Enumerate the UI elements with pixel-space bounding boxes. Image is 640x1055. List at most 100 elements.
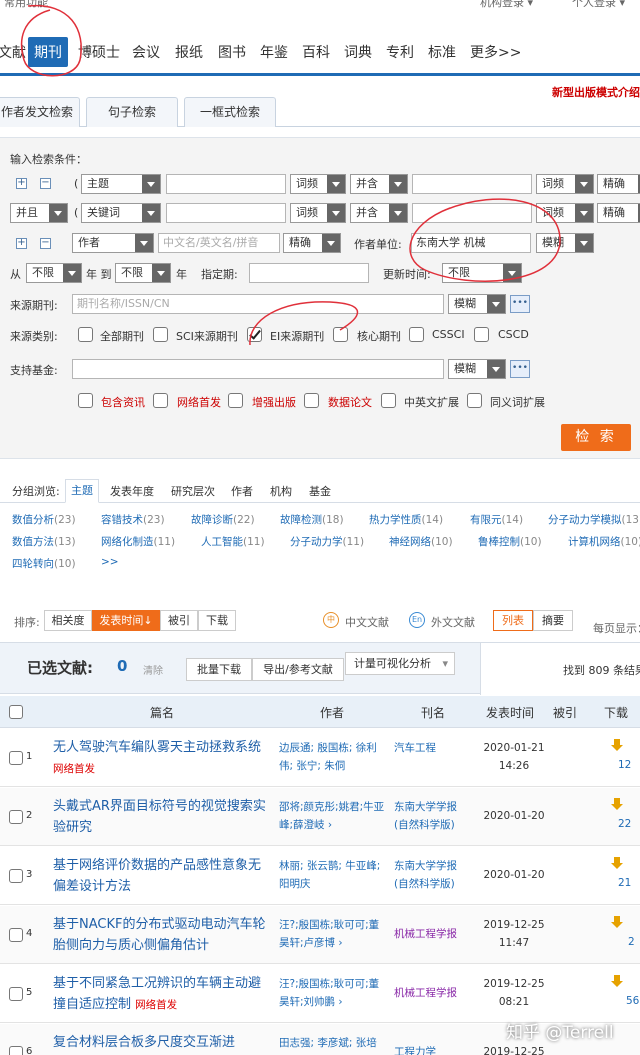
year-from-select[interactable]: 不限: [26, 263, 82, 283]
col-title[interactable]: 篇名: [150, 704, 174, 721]
cb-enhanced[interactable]: [228, 393, 243, 408]
more-topics-link[interactable]: >>: [101, 556, 119, 568]
cb-sci[interactable]: [153, 327, 168, 342]
personal-login-link[interactable]: 个人登录 ▾: [572, 0, 625, 10]
source-picker-button[interactable]: •••: [510, 295, 530, 313]
row-checkbox[interactable]: [9, 810, 23, 824]
add-row-icon[interactable]: +: [16, 178, 27, 189]
author-unit-input[interactable]: 东南大学 机械: [411, 233, 531, 253]
fund-input[interactable]: [72, 359, 444, 379]
freq-select-2[interactable]: 词频: [290, 203, 346, 223]
source-match-select[interactable]: 模糊: [448, 294, 506, 314]
view-abstract-button[interactable]: 摘要: [533, 610, 573, 631]
topic-tag[interactable]: 人工智能(11): [201, 534, 265, 549]
term-input-1[interactable]: [166, 174, 286, 194]
search-button[interactable]: 检 索: [561, 424, 631, 451]
export-button[interactable]: 导出/参考文献: [252, 658, 344, 681]
download-count[interactable]: 21: [618, 877, 631, 889]
article-title[interactable]: 基于网络评价数据的产品感性意象无偏差设计方法: [53, 855, 271, 897]
batch-download-button[interactable]: 批量下载: [186, 658, 252, 681]
article-title[interactable]: 基于不同紧急工况辨识的车辆主动避撞自适应控制 网络首发: [53, 973, 271, 1016]
nav-item-encyclopedia[interactable]: 百科: [302, 42, 330, 62]
freq-select-1b[interactable]: 词频: [536, 174, 594, 194]
group-tab-topic[interactable]: 主题: [65, 479, 99, 503]
topic-tag[interactable]: 四轮转向(10): [12, 556, 76, 571]
fund-match-select[interactable]: 模糊: [448, 359, 506, 379]
cb-core[interactable]: [333, 327, 348, 342]
fund-picker-button[interactable]: •••: [510, 360, 530, 378]
remove-row-icon[interactable]: −: [40, 178, 51, 189]
download-count[interactable]: 22: [618, 818, 631, 830]
nav-item-patents[interactable]: 专利: [386, 42, 414, 62]
unit-match-select[interactable]: 模糊: [536, 233, 594, 253]
topic-tag[interactable]: 数值分析(23): [12, 512, 76, 527]
operator-select-1[interactable]: 并含: [350, 174, 408, 194]
download-icon[interactable]: [610, 916, 624, 930]
select-all-checkbox[interactable]: [9, 705, 23, 719]
group-tab-year[interactable]: 发表年度: [110, 483, 154, 499]
article-journal[interactable]: 汽车工程: [394, 739, 466, 757]
common-functions-link[interactable]: 常用功能: [4, 0, 48, 10]
term-input-2[interactable]: [166, 203, 286, 223]
year-to-select[interactable]: 不限: [115, 263, 171, 283]
row-checkbox[interactable]: [9, 928, 23, 942]
download-icon[interactable]: [610, 739, 624, 753]
cb-data-paper[interactable]: [304, 393, 319, 408]
group-tab-fund[interactable]: 基金: [309, 483, 331, 499]
row-checkbox[interactable]: [9, 869, 23, 883]
group-tab-level[interactable]: 研究层次: [171, 483, 215, 499]
topic-tag[interactable]: 鲁棒控制(10): [478, 534, 542, 549]
article-authors[interactable]: 边辰通; 殷国栋; 徐利伟; 张宁; 朱侗: [279, 739, 387, 775]
topic-tag[interactable]: 神经网络(10): [389, 534, 453, 549]
add-author-row-icon[interactable]: +: [16, 238, 27, 249]
cb-cssci[interactable]: [409, 327, 424, 342]
cb-synonym-expand[interactable]: [467, 393, 482, 408]
topic-tag[interactable]: 计算机网络(10): [568, 534, 640, 549]
field-select-2[interactable]: 关键词: [81, 203, 161, 223]
download-icon[interactable]: [610, 798, 624, 812]
topic-tag[interactable]: 热力学性质(14): [369, 512, 443, 527]
article-title[interactable]: 无人驾驶汽车编队雾天主动拯救系统 网络首发: [53, 737, 271, 780]
topic-tag[interactable]: 分子动力学(11): [290, 534, 364, 549]
match-select-2[interactable]: 精确: [597, 203, 640, 223]
col-cited[interactable]: 被引: [553, 704, 577, 721]
remove-author-row-icon[interactable]: −: [40, 238, 51, 249]
logic-select-2[interactable]: 并且: [10, 203, 68, 223]
term-input-1b[interactable]: [412, 174, 532, 194]
foreign-lit-link[interactable]: 外文文献: [431, 614, 475, 630]
cb-cn-en-expand[interactable]: [381, 393, 396, 408]
download-count[interactable]: 56: [626, 995, 639, 1007]
sort-download-button[interactable]: 下载: [198, 610, 236, 631]
cb-ei[interactable]: [247, 327, 262, 342]
freq-select-1[interactable]: 词频: [290, 174, 346, 194]
article-journal[interactable]: 工程力学: [394, 1043, 466, 1055]
sort-date-button[interactable]: 发表时间↓: [92, 610, 160, 631]
col-date[interactable]: 发表时间: [486, 704, 534, 721]
cb-cscd[interactable]: [474, 327, 489, 342]
tab-one-box-search[interactable]: 一框式检索: [184, 97, 276, 127]
clear-link[interactable]: 清除: [143, 662, 163, 677]
topic-tag[interactable]: 网络化制造(11): [101, 534, 175, 549]
article-authors[interactable]: 田志强; 李彦斌; 张培: [279, 1034, 387, 1052]
nav-item-theses[interactable]: 博硕士: [78, 42, 120, 62]
topic-tag[interactable]: 分子动力学模拟(13): [548, 512, 640, 527]
topic-tag[interactable]: 有限元(14): [470, 512, 523, 527]
download-icon[interactable]: [610, 857, 624, 871]
article-authors[interactable]: 汪?;殷国栋;耿可可;董昊轩;刘帅鹏 ›: [279, 975, 387, 1011]
article-journal[interactable]: 东南大学学报(自然科学版): [394, 857, 466, 893]
cb-all-journals[interactable]: [78, 327, 93, 342]
article-authors[interactable]: 邵将;颜克彤;姚君;牛亚峰;薛澄岐 ›: [279, 798, 387, 834]
nav-item-yearbooks[interactable]: 年鉴: [260, 42, 288, 62]
article-title[interactable]: 基于NACKF的分布式驱动电动汽车轮胎侧向力与质心侧偏角估计: [53, 914, 271, 956]
group-tab-institution[interactable]: 机构: [270, 483, 292, 499]
row-checkbox[interactable]: [9, 1046, 23, 1055]
field-select-1[interactable]: 主题: [81, 174, 161, 194]
nav-item-newspapers[interactable]: 报纸: [175, 42, 203, 62]
institution-login-link[interactable]: 机构登录 ▾: [480, 0, 533, 10]
download-count[interactable]: 2: [628, 936, 635, 948]
tab-author-search[interactable]: 作者发文检索: [0, 97, 80, 127]
nav-item-dictionary[interactable]: 词典: [344, 42, 372, 62]
tab-sentence-search[interactable]: 句子检索: [86, 97, 178, 127]
download-count[interactable]: 12: [618, 759, 631, 771]
chinese-lit-link[interactable]: 中文文献: [345, 614, 389, 630]
